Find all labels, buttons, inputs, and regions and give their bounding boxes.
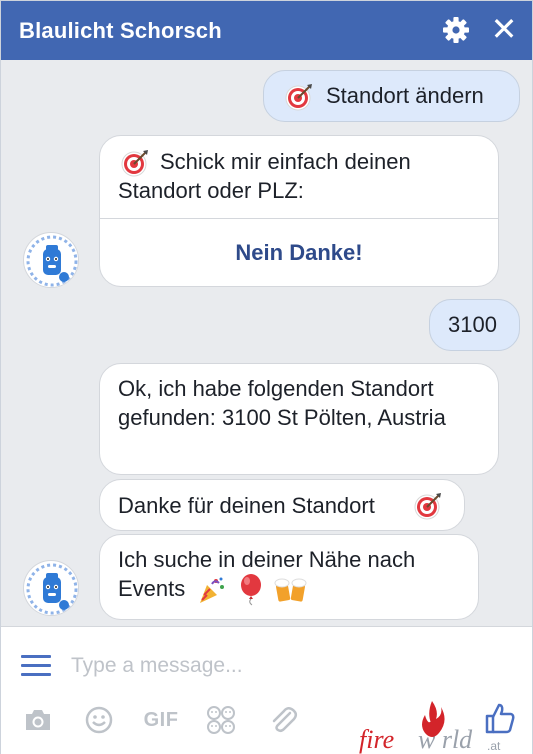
target-icon [413, 491, 443, 521]
attachment-icon[interactable] [266, 703, 300, 737]
close-icon[interactable]: ✕ [489, 13, 519, 45]
camera-icon[interactable] [23, 703, 53, 737]
chat-thread[interactable]: Standort ändern Schick mir einfach deine… [1, 60, 532, 626]
balloon-icon [238, 574, 264, 606]
messenger-chat-window: Blaulicht Schorsch ✕ Standort ändern Sch… [0, 0, 533, 754]
message-text: 3100 [448, 312, 497, 337]
chat-header: Blaulicht Schorsch ✕ [1, 1, 532, 60]
menu-icon[interactable] [21, 655, 51, 677]
message-text: Danke für deinen Standort [118, 493, 375, 518]
bot-avatar-icon [25, 234, 78, 287]
target-icon [284, 82, 314, 112]
gif-button[interactable]: GIF [141, 703, 181, 737]
stickers-icon[interactable] [205, 703, 237, 737]
no-thanks-button[interactable]: Nein Danke! [100, 218, 498, 286]
like-icon[interactable] [483, 701, 517, 735]
smiley-icon[interactable] [84, 703, 114, 737]
message-text: Standort ändern [326, 83, 484, 108]
avatar[interactable] [23, 560, 79, 616]
incoming-message-card: Schick mir einfach deinen Standort oder … [99, 135, 499, 287]
flame-icon [419, 699, 445, 741]
outgoing-message: Standort ändern [263, 70, 520, 122]
gear-icon[interactable] [441, 15, 471, 45]
outgoing-message: 3100 [429, 299, 520, 351]
message-text: Ok, ich habe folgenden Standort gefunden… [118, 376, 446, 430]
message-text: Schick mir einfach deinen Standort oder … [118, 149, 411, 203]
party-popper-icon [197, 575, 227, 605]
incoming-message: Ok, ich habe folgenden Standort gefunden… [99, 363, 499, 475]
bot-avatar-icon [25, 562, 78, 615]
beer-mugs-icon [274, 575, 308, 605]
message-text: Ich suche in deiner Nähe nach Events [118, 545, 468, 606]
chat-title[interactable]: Blaulicht Schorsch [19, 18, 222, 44]
incoming-message: Ich suche in deiner Nähe nach Events [99, 534, 479, 620]
message-input[interactable] [71, 649, 401, 683]
avatar[interactable] [23, 232, 79, 288]
fireworld-logo: fire w rld .at [359, 699, 500, 754]
incoming-message: Danke für deinen Standort [99, 479, 465, 531]
